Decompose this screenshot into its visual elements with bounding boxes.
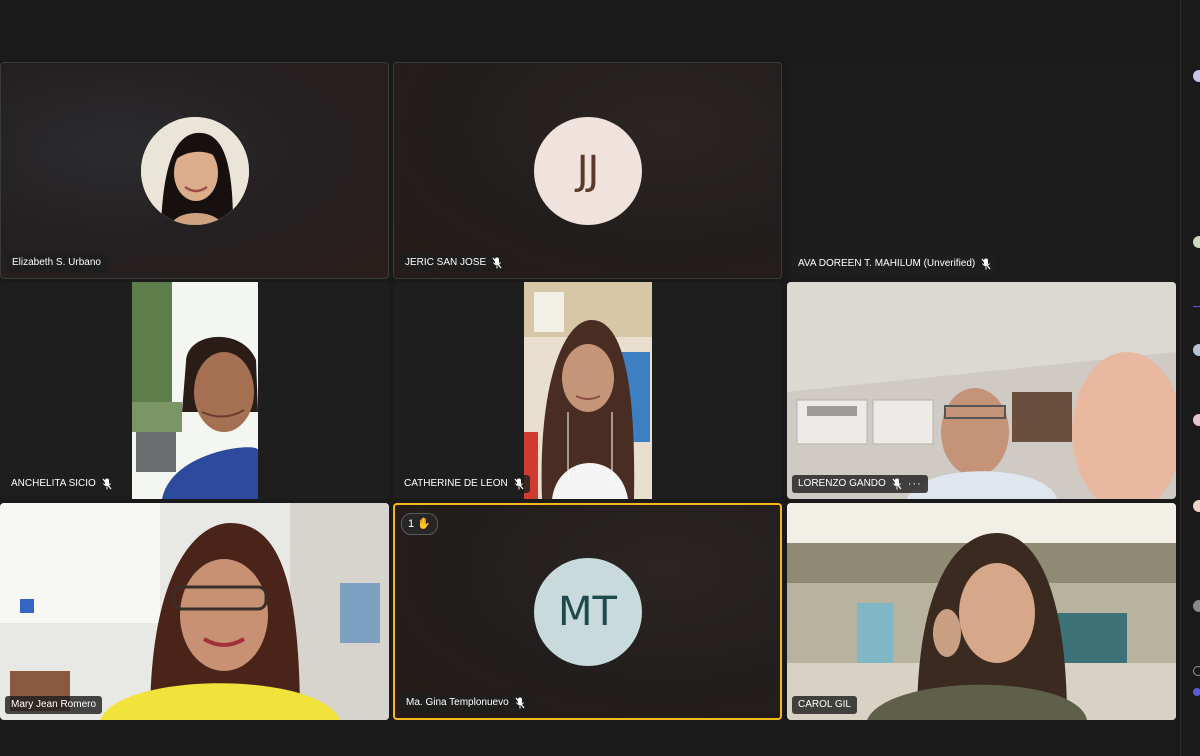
camera-video-feed: [0, 503, 389, 720]
participant-name-tag: LORENZO GANDO ···: [792, 475, 928, 493]
participant-tile-elizabeth[interactable]: Elizabeth S. Urbano: [0, 62, 389, 279]
radio-option[interactable]: [1193, 666, 1200, 676]
raised-hand-badge: 1 ✋: [401, 513, 438, 535]
participant-tile-anchelita[interactable]: ANCHELITA SICIO: [0, 282, 389, 499]
muted-mic-icon: [892, 478, 902, 490]
raised-hand-icon: ✋: [417, 518, 431, 530]
muted-mic-icon: [514, 478, 524, 490]
participant-name-tag: JERIC SAN JOSE: [399, 254, 509, 272]
participant-name: Ma. Gina Templonuevo: [406, 697, 509, 708]
muted-mic-icon: [981, 258, 991, 270]
muted-mic-icon: [102, 478, 112, 490]
more-options-icon[interactable]: ···: [908, 475, 922, 493]
participant-name-tag: CATHERINE DE LEON: [398, 475, 530, 493]
participant-tile-carol[interactable]: CAROL GIL: [787, 503, 1176, 720]
participant-name-tag: Mary Jean Romero: [5, 696, 103, 714]
muted-mic-icon: [492, 257, 502, 269]
participant-tile-ava[interactable]: AVA DOREEN T. MAHILUM (Unverified): [787, 62, 1176, 279]
divider: [1193, 306, 1200, 307]
camera-video-feed: [132, 282, 258, 499]
participant-name: Mary Jean Romero: [11, 699, 97, 710]
participant-name-tag: ANCHELITA SICIO: [5, 475, 118, 493]
participant-name: AVA DOREEN T. MAHILUM (Unverified): [798, 258, 976, 269]
participant-tile-lorenzo[interactable]: LORENZO GANDO ···: [787, 282, 1176, 499]
avatar: [1193, 70, 1200, 82]
participant-name-tag: Elizabeth S. Urbano: [6, 254, 107, 272]
camera-video-feed: [787, 503, 1176, 720]
raised-hand-count: 1: [408, 518, 415, 530]
participant-tile-gina[interactable]: 1 ✋ MT Ma. Gina Templonuevo: [393, 503, 782, 720]
participant-name-tag: CAROL GIL: [792, 696, 857, 714]
participant-name-tag: AVA DOREEN T. MAHILUM (Unverified): [792, 255, 998, 273]
participant-name: CAROL GIL: [798, 699, 851, 710]
meeting-gallery-view: Elizabeth S. Urbano JJ JERIC SAN JOSE AV…: [0, 0, 1200, 756]
side-panel-edge[interactable]: [1180, 0, 1200, 756]
participant-tile-mary-jean[interactable]: Mary Jean Romero: [0, 503, 389, 720]
avatar: [1193, 500, 1200, 512]
participant-name: CATHERINE DE LEON: [404, 478, 508, 489]
camera-video-feed: [524, 282, 652, 499]
muted-mic-icon: [515, 697, 525, 709]
participant-name: JERIC SAN JOSE: [405, 257, 487, 268]
radio-option-selected[interactable]: [1193, 688, 1200, 696]
avatar: [1193, 236, 1200, 248]
initials-avatar: JJ: [533, 116, 642, 225]
profile-photo-avatar: [140, 116, 249, 225]
avatar: [1193, 344, 1200, 356]
participant-name: LORENZO GANDO: [798, 478, 886, 489]
participant-name-tag: Ma. Gina Templonuevo: [400, 694, 531, 712]
initials-avatar: MT: [533, 557, 642, 666]
participant-tile-jeric[interactable]: JJ JERIC SAN JOSE: [393, 62, 782, 279]
participant-name: ANCHELITA SICIO: [11, 478, 96, 489]
participant-tile-catherine[interactable]: CATHERINE DE LEON: [393, 282, 782, 499]
avatar: [1193, 600, 1200, 612]
camera-video-feed: [787, 282, 1176, 499]
participant-name: Elizabeth S. Urbano: [12, 257, 101, 268]
avatar: [1193, 414, 1200, 426]
